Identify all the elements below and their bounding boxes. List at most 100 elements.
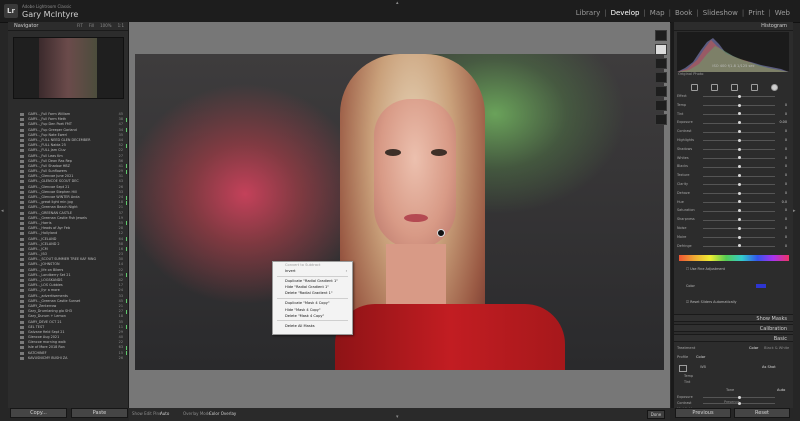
- slider-value[interactable]: 0: [785, 208, 787, 214]
- paste-button[interactable]: Paste: [71, 408, 128, 418]
- show-masks-header[interactable]: Show Masks: [674, 314, 793, 322]
- slider-value[interactable]: 0: [785, 147, 787, 153]
- module-develop[interactable]: Develop: [611, 9, 640, 17]
- context-menu-item[interactable]: Delete "Mask 4 Copy": [273, 313, 352, 319]
- zoom-option[interactable]: Fill: [89, 22, 94, 30]
- reset-sliders-checkbox[interactable]: ☑ Reset Sliders Automatically: [686, 300, 737, 304]
- hue-bar[interactable]: [679, 255, 789, 261]
- slider-value[interactable]: 0: [785, 129, 787, 135]
- slider-row[interactable]: Sharpness 0: [677, 217, 789, 223]
- zoom-option[interactable]: FIT: [77, 22, 83, 30]
- navigator-preview[interactable]: [13, 37, 124, 99]
- wb-select[interactable]: As Shot: [762, 365, 776, 369]
- red-eye-icon[interactable]: [730, 83, 738, 91]
- tone-auto-button[interactable]: Auto: [777, 388, 785, 392]
- slider-row[interactable]: Saturation 0: [677, 208, 789, 214]
- copy-button[interactable]: Copy...: [10, 408, 67, 418]
- zoom-option[interactable]: 1:1: [118, 22, 124, 30]
- slider-value[interactable]: 0: [785, 244, 787, 250]
- context-menu-item[interactable]: Delete "Radial Gradient 1": [273, 290, 352, 296]
- collection-row[interactable]: KAVUSNICMY BUSHI ZA 26: [8, 356, 128, 361]
- slider-knob[interactable]: [737, 121, 741, 125]
- treatment-color-option[interactable]: Color: [749, 346, 758, 350]
- slider-value[interactable]: 0: [785, 226, 787, 232]
- slider-value[interactable]: 0: [785, 156, 787, 162]
- masking-tool-icon[interactable]: [655, 86, 667, 97]
- slider-knob[interactable]: [737, 191, 741, 195]
- slider-row[interactable]: Effect: [677, 94, 789, 100]
- slider-value[interactable]: 0: [785, 112, 787, 118]
- slider-knob[interactable]: [737, 112, 741, 116]
- slider-value[interactable]: 0: [785, 217, 787, 223]
- slider-knob[interactable]: [737, 200, 741, 204]
- slider-knob[interactable]: [737, 395, 741, 399]
- photo-canvas[interactable]: [135, 54, 664, 370]
- slider-knob[interactable]: [737, 218, 741, 222]
- slider-value[interactable]: 0: [785, 235, 787, 241]
- slider-row[interactable]: Clarity 0: [677, 182, 789, 188]
- slider-knob[interactable]: [737, 235, 741, 239]
- slider-knob[interactable]: [737, 156, 741, 160]
- slider-value[interactable]: 0: [785, 173, 787, 179]
- slider-knob[interactable]: [737, 226, 741, 230]
- slider-row[interactable]: Dehaze 0: [677, 191, 789, 197]
- treatment-bw-option[interactable]: Black & White: [764, 346, 789, 350]
- slider-row[interactable]: Blacks 0: [677, 164, 789, 170]
- slider-knob[interactable]: [737, 94, 741, 98]
- slider-row[interactable]: Exposure 0.00: [677, 120, 789, 126]
- module-web[interactable]: Web: [775, 9, 790, 17]
- module-map[interactable]: Map: [650, 9, 665, 17]
- zoom-option[interactable]: 100%: [100, 22, 111, 30]
- context-menu-item[interactable]: Delete All Masks: [273, 323, 352, 329]
- slider-row[interactable]: Contrast 0: [677, 129, 789, 135]
- slider-knob[interactable]: [737, 165, 741, 169]
- slider-value[interactable]: 0: [785, 182, 787, 188]
- left-panel-collapse-icon[interactable]: ◂: [1, 208, 4, 214]
- mask-pin-icon[interactable]: [437, 229, 445, 237]
- fine-adjustment-checkbox[interactable]: ☐ Use Fine Adjustment: [686, 267, 725, 271]
- slider-knob[interactable]: [737, 103, 741, 107]
- crop-tool-icon[interactable]: [655, 44, 667, 55]
- crop-icon[interactable]: [690, 83, 698, 91]
- slider-knob[interactable]: [737, 174, 741, 178]
- module-print[interactable]: Print: [748, 9, 764, 17]
- slider-value[interactable]: 0: [785, 138, 787, 144]
- slider-knob[interactable]: [737, 182, 741, 186]
- top-panel-collapse-icon[interactable]: ▴: [396, 0, 399, 6]
- mask-subtract-icon[interactable]: [655, 114, 667, 125]
- bottom-panel-collapse-icon[interactable]: ▾: [396, 414, 399, 420]
- slider-row[interactable]: Whites 0: [677, 156, 789, 162]
- slider-value[interactable]: 0: [785, 103, 787, 109]
- mask-add-icon[interactable]: [655, 100, 667, 111]
- slider-row[interactable]: Temp 0: [677, 103, 789, 109]
- slider-value[interactable]: 0.0: [782, 200, 787, 206]
- spot-removal-icon[interactable]: [710, 83, 718, 91]
- slider-knob[interactable]: [737, 130, 741, 134]
- slider-value[interactable]: 0: [785, 164, 787, 170]
- slider-value[interactable]: 0.00: [779, 120, 787, 126]
- done-button[interactable]: Done: [647, 410, 665, 419]
- white-balance-picker-icon[interactable]: [679, 365, 687, 372]
- edit-tool-icon[interactable]: [655, 30, 667, 41]
- slider-knob[interactable]: [737, 209, 741, 213]
- previous-button[interactable]: Previous: [675, 408, 731, 418]
- slider-row[interactable]: Tint 0: [677, 112, 789, 118]
- red-eye-tool-icon[interactable]: [655, 72, 667, 83]
- masking-icon[interactable]: [750, 83, 758, 91]
- histogram-header[interactable]: Histogram: [674, 22, 793, 31]
- navigator-header[interactable]: Navigator FIT Fill 100% 1:1: [8, 22, 128, 31]
- slider-row[interactable]: Hue 0.0: [677, 200, 789, 206]
- right-panel-collapse-icon[interactable]: ▸: [793, 208, 796, 214]
- slider-value[interactable]: 0: [785, 191, 787, 197]
- mask-color-swatch[interactable]: [756, 284, 766, 288]
- slider-row[interactable]: Texture 0: [677, 173, 789, 179]
- context-menu-item[interactable]: Invert ›: [273, 268, 352, 274]
- module-book[interactable]: Book: [675, 9, 692, 17]
- profile-select[interactable]: Color: [696, 355, 705, 359]
- reset-button[interactable]: Reset: [734, 408, 790, 418]
- slider-knob[interactable]: [737, 147, 741, 151]
- mask-color-swatch-icon[interactable]: [770, 83, 778, 91]
- slider-row[interactable]: Defringe 0: [677, 244, 789, 250]
- slider-row[interactable]: Noise 0: [677, 226, 789, 232]
- basic-header[interactable]: Basic: [674, 334, 793, 342]
